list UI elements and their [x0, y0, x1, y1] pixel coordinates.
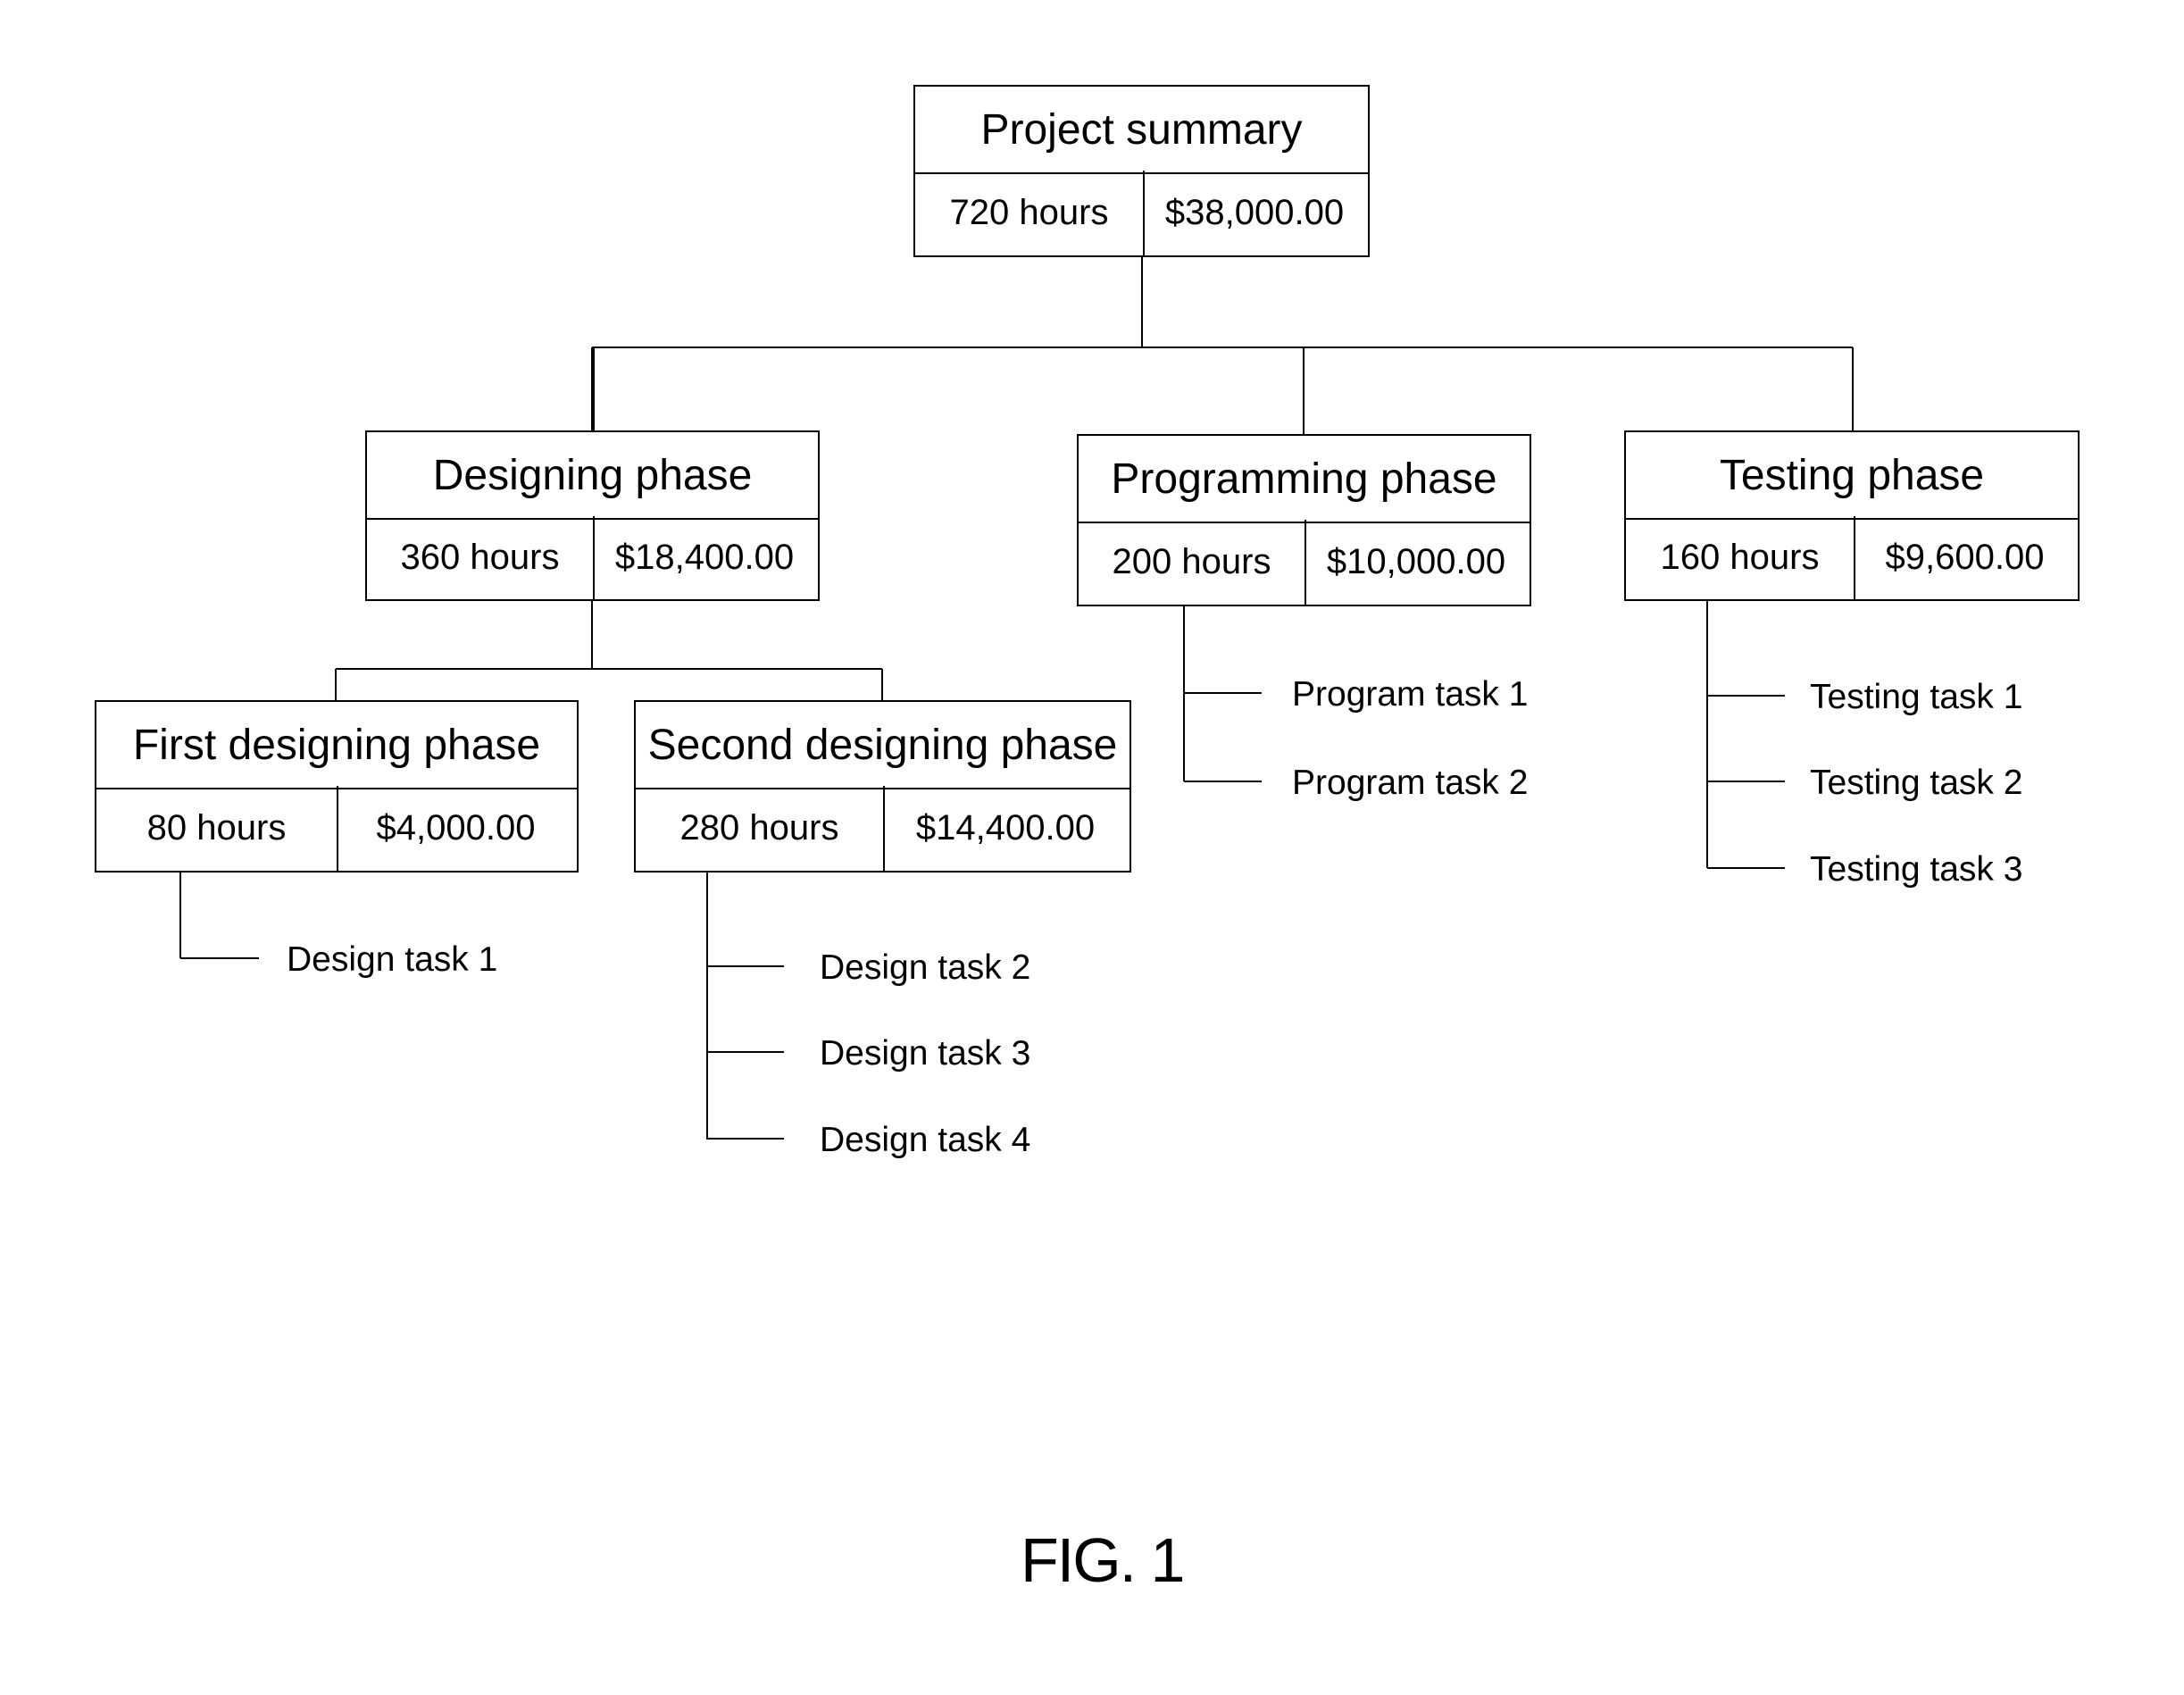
node-hours: 200 hours: [1079, 520, 1306, 605]
node-cost: $9,600.00: [1885, 538, 2045, 577]
testing-task-2[interactable]: Testing task 2: [1810, 765, 2022, 800]
first-designing-phase-node[interactable]: First designing phase 80 hours $4,000.00: [95, 700, 579, 873]
testing-phase-node[interactable]: Testing phase 160 hours $9,600.00: [1624, 430, 2080, 601]
node-cost: $18,400.00: [614, 538, 795, 577]
testing-task-3[interactable]: Testing task 3: [1810, 852, 2022, 887]
programming-phase-node[interactable]: Programming phase 200 hours $10,000.00: [1077, 434, 1531, 606]
node-hours: 80 hours: [96, 786, 338, 871]
node-title: First designing phase: [96, 702, 577, 789]
node-cost: $38,000.00: [1164, 193, 1345, 232]
node-cost: $4,000.00: [376, 808, 536, 848]
node-hours: 280 hours: [636, 786, 885, 871]
node-hours: 720 hours: [915, 171, 1145, 255]
program-task-1[interactable]: Program task 1: [1292, 677, 1528, 712]
node-title: Second designing phase: [636, 702, 1130, 789]
node-title: Designing phase: [367, 432, 818, 520]
testing-task-1[interactable]: Testing task 1: [1810, 680, 2022, 714]
designing-phase-node[interactable]: Designing phase 360 hours $18,400.00: [365, 430, 820, 601]
node-cost: $14,400.00: [915, 808, 1096, 848]
design-task-2[interactable]: Design task 2: [820, 950, 1030, 985]
node-title: Project summary: [915, 87, 1368, 174]
design-task-1[interactable]: Design task 1: [287, 942, 497, 977]
project-summary-node[interactable]: Project summary 720 hours $38,000.00: [913, 85, 1370, 257]
program-task-2[interactable]: Program task 2: [1292, 765, 1528, 800]
node-title: Programming phase: [1079, 436, 1530, 523]
node-cost: $10,000.00: [1326, 542, 1506, 581]
design-task-3[interactable]: Design task 3: [820, 1036, 1030, 1071]
figure-label: FIG. 1: [1021, 1525, 1185, 1595]
node-hours: 360 hours: [367, 516, 595, 599]
node-title: Testing phase: [1626, 432, 2078, 520]
design-task-4[interactable]: Design task 4: [820, 1123, 1030, 1157]
second-designing-phase-node[interactable]: Second designing phase 280 hours $14,400…: [634, 700, 1131, 873]
node-hours: 160 hours: [1626, 516, 1855, 599]
